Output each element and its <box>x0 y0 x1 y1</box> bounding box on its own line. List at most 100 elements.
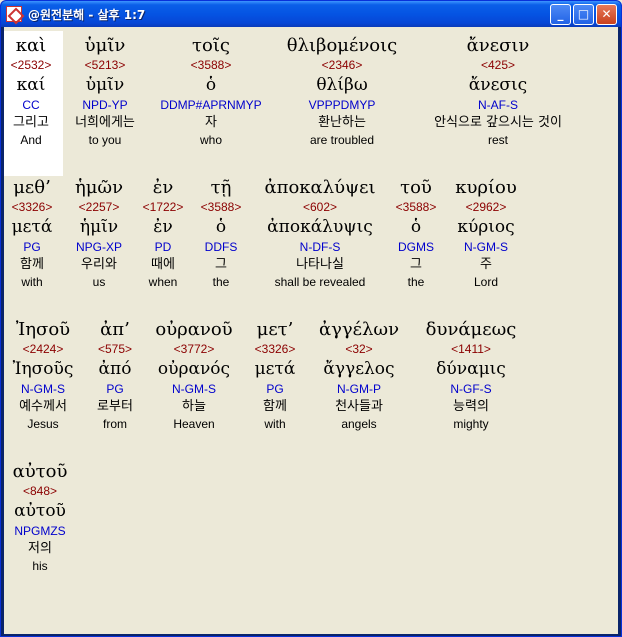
word-cell[interactable]: ἀγγέλων <32> ἄγγελος N-GM-P 천사들과 angels <box>319 319 399 432</box>
word-cell[interactable]: οὐρανοῦ <3772> οὐρανός N-GM-S 하늘 Heaven <box>155 319 232 432</box>
close-button[interactable]: ✕ <box>596 4 617 25</box>
lemma: δύναμις <box>436 359 506 379</box>
parsing-code: N-GF-S <box>450 382 492 396</box>
english-gloss: are troubled <box>309 133 375 147</box>
korean-gloss: 안식으로 갚으시는 것이 <box>434 115 562 130</box>
greek-word: ἡμῶν <box>74 177 124 198</box>
app-logo-icon[interactable] <box>6 6 22 22</box>
strong-number: <848> <box>22 484 58 498</box>
greek-word: τοῦ <box>400 177 432 198</box>
strong-number: <3326> <box>254 342 296 356</box>
greek-word: ἐν <box>152 177 174 198</box>
korean-gloss: 나타나실 <box>296 257 344 272</box>
lemma: ὁ <box>410 217 422 237</box>
lemma: μετά <box>11 217 53 237</box>
word-cell[interactable]: ὑμῖν <5213> ὑμῖν NPD-YP 너희에게는 to you <box>75 35 135 148</box>
strong-number: <1411> <box>451 342 491 356</box>
minimize-button[interactable]: _ <box>550 4 571 25</box>
lemma: αὐτοῦ <box>14 501 66 521</box>
english-gloss: Lord <box>473 275 499 289</box>
korean-gloss: 때에 <box>151 257 175 272</box>
word-cell[interactable]: ἡμῶν <2257> ἡμῖν NPG-XP 우리와 us <box>75 177 123 290</box>
word-cell[interactable]: θλιβομένοις <2346> θλίβω VPPPDMYP 환난하는 a… <box>287 35 398 148</box>
word-cell[interactable]: Ἰησοῦ <2424> Ἰησοῦς N-GM-S 예수께서 Jesus <box>13 319 74 432</box>
lemma: ἄγγελος <box>323 359 395 379</box>
parsing-code: PG <box>23 240 41 254</box>
strong-number: <2346> <box>321 58 363 72</box>
parsing-code: DGMS <box>398 240 434 254</box>
greek-word: οὐρανοῦ <box>155 319 233 340</box>
greek-word: τοῖς <box>192 35 230 56</box>
window-controls: _ □ ✕ <box>550 4 617 25</box>
lemma: καί <box>16 75 46 95</box>
english-gloss: Heaven <box>173 417 215 431</box>
korean-gloss: 너희에게는 <box>75 115 135 130</box>
korean-gloss: 그리고 <box>13 115 49 130</box>
korean-gloss: 우리와 <box>81 257 117 272</box>
strong-number: <3588> <box>200 200 242 214</box>
parsing-code: PD <box>154 240 172 254</box>
parsing-code: DDFS <box>204 240 238 254</box>
lemma: ἡμῖν <box>79 217 119 237</box>
greek-word: μετ’ <box>256 319 294 340</box>
lemma: ὑμῖν <box>85 75 125 95</box>
strong-number: <425> <box>480 58 516 72</box>
english-gloss: And <box>20 133 42 147</box>
window-title: @원전분해 - 살후 1:7 <box>28 7 146 22</box>
greek-word: τῇ <box>210 177 232 198</box>
lemma: ὁ <box>215 217 227 237</box>
greek-word: ἄνεσιν <box>466 35 530 56</box>
word-cell[interactable]: τοῦ <3588> ὁ DGMS 그 the <box>396 177 437 290</box>
parsing-code: CC <box>22 98 40 112</box>
strong-number: <3772> <box>173 342 215 356</box>
word-cell[interactable]: ἄνεσιν <425> ἄνεσις N-AF-S 안식으로 갚으시는 것이 … <box>434 35 562 148</box>
korean-gloss: 로부터 <box>97 399 133 414</box>
word-cell[interactable]: τῇ <3588> ὁ DDFS 그 the <box>201 177 242 290</box>
lemma: ἄνεσις <box>468 75 528 95</box>
greek-word: κυρίου <box>455 177 517 198</box>
word-cell[interactable]: μεθ’ <3326> μετά PG 함께 with <box>12 177 53 290</box>
english-gloss: who <box>199 133 223 147</box>
greek-word: ὑμῖν <box>84 35 126 56</box>
parsing-code: NPG-XP <box>75 240 123 254</box>
strong-number: <32> <box>345 342 373 356</box>
english-gloss: to you <box>88 133 122 147</box>
strong-number: <1722> <box>142 200 184 214</box>
maximize-button[interactable]: □ <box>573 4 594 25</box>
greek-word: μεθ’ <box>13 177 51 198</box>
strong-number: <2424> <box>22 342 64 356</box>
lemma: μετά <box>254 359 296 379</box>
word-cell[interactable]: κυρίου <2962> κύριος N-GM-S 주 Lord <box>455 177 517 290</box>
word-cell[interactable]: ἀπ’ <575> ἀπό PG 로부터 from <box>97 319 133 432</box>
word-cell[interactable]: μετ’ <3326> μετά PG 함께 with <box>255 319 296 432</box>
parsing-code: N-GM-S <box>21 382 65 396</box>
word-cell[interactable]: ἀποκαλύψει <602> ἀποκάλυψις N-DF-S 나타나실 … <box>264 177 375 290</box>
title-bar[interactable]: @원전분해 - 살후 1:7 _ □ ✕ <box>1 1 621 27</box>
korean-gloss: 저의 <box>28 541 52 556</box>
strong-number: <2532> <box>10 58 52 72</box>
parsing-code: N-GM-S <box>464 240 508 254</box>
word-cell[interactable]: τοῖς <3588> ὁ DDMP#APRNMYP 자 who <box>160 35 261 148</box>
app-window: @원전분해 - 살후 1:7 _ □ ✕ καὶ <2532> καί CC 그… <box>0 0 622 637</box>
strong-number: <3588> <box>190 58 232 72</box>
strong-number: <3588> <box>395 200 437 214</box>
korean-gloss: 하늘 <box>182 399 206 414</box>
english-gloss: the <box>212 275 230 289</box>
strong-number: <575> <box>97 342 133 356</box>
korean-gloss: 함께 <box>263 399 287 414</box>
word-cell[interactable]: δυνάμεως <1411> δύναμις N-GF-S 능력의 might… <box>426 319 517 432</box>
english-gloss: us <box>92 275 106 289</box>
word-cell[interactable]: καὶ <2532> καί CC 그리고 And <box>11 35 52 148</box>
greek-word: ἀπ’ <box>100 319 130 340</box>
word-cell[interactable]: ἐν <1722> ἐν PD 때에 when <box>143 177 184 290</box>
english-gloss: his <box>32 559 48 573</box>
lemma: οὐρανός <box>157 359 231 379</box>
lemma: θλίβω <box>316 75 368 95</box>
parsing-code: NPD-YP <box>82 98 128 112</box>
lemma: ὁ <box>205 75 217 95</box>
parsing-code: N-DF-S <box>299 240 341 254</box>
word-cell[interactable]: αὐτοῦ <848> αὐτοῦ NPGMZS 저의 his <box>13 461 68 574</box>
greek-word: δυνάμεως <box>425 319 517 340</box>
greek-word: θλιβομένοις <box>286 35 398 56</box>
greek-word: Ἰησοῦ <box>15 319 71 340</box>
